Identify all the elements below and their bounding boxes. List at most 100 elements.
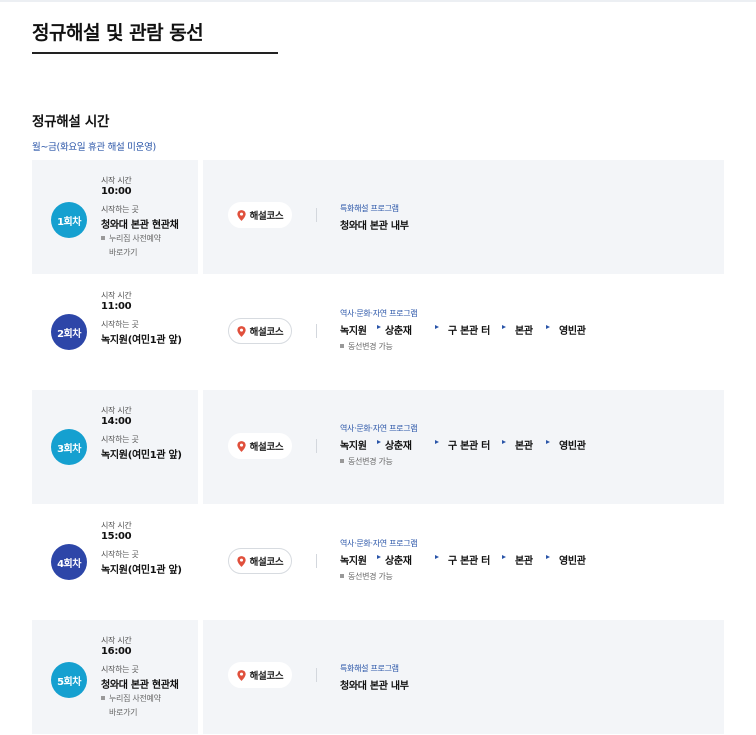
course-button[interactable]: 해설코스 <box>228 548 292 574</box>
session-info: 3회차 시작 시간 14:00 시작하는 곳 녹지원(여민1관 앞) <box>32 390 198 504</box>
location-pin-icon <box>236 209 246 221</box>
page-title: 정규해설 및 관람 동선 <box>32 22 204 44</box>
route-note: 동선변경 가능 <box>340 341 393 352</box>
session-badge: 3회차 <box>51 429 87 465</box>
program-label: 특화해설 프로그램 <box>340 204 399 213</box>
start-place: 청와대 본관 현관채 <box>101 220 179 231</box>
route-stop: 녹지원 <box>340 556 367 567</box>
location-pin-icon <box>236 555 246 567</box>
route-arrow-icon <box>435 440 439 444</box>
start-time-label: 시작 시간 <box>101 636 132 645</box>
session-program: 해설코스 역사·문화·자연 프로그램녹지원 상춘재 구 본관 터 본관 영빈관동선변경 가… <box>203 390 724 504</box>
route-arrow-icon <box>546 325 550 329</box>
route-stop: 녹지원 <box>340 326 367 337</box>
program-title: 청와대 본관 내부 <box>340 221 409 232</box>
route-stop: 본관 <box>515 556 533 567</box>
course-button[interactable]: 해설코스 <box>228 318 292 344</box>
start-place-label: 시작하는 곳 <box>101 435 139 444</box>
location-pin-icon <box>236 325 246 337</box>
route-stop: 상춘재 <box>385 556 412 567</box>
bullet-square-icon <box>340 458 344 463</box>
start-place: 녹지원(여민1관 앞) <box>101 335 182 346</box>
route-stop: 구 본관 터 <box>448 326 490 337</box>
course-button-label: 해설코스 <box>249 211 284 222</box>
route-note-text: 동선변경 가능 <box>348 457 393 466</box>
route-note-text: 동선변경 가능 <box>348 342 393 351</box>
route-stop: 본관 <box>515 326 533 337</box>
reservation-note: 누리집 사전예약 <box>101 693 161 704</box>
start-time-label: 시작 시간 <box>101 406 132 415</box>
reservation-link[interactable]: 바로가기 <box>109 707 138 718</box>
bullet-square-icon <box>340 343 344 348</box>
section-note: 월~금(화요일 휴관 해설 미운영) <box>32 142 156 153</box>
route: 녹지원 상춘재 구 본관 터 본관 영빈관 <box>340 437 600 452</box>
session-row: 1회차 시작 시간 10:00 시작하는 곳청와대 본관 현관채누리집 사전예약바로가… <box>32 160 724 274</box>
title-underline <box>32 52 278 54</box>
course-button[interactable]: 해설코스 <box>228 202 292 228</box>
session-badge: 5회차 <box>51 662 87 698</box>
vertical-divider <box>316 668 317 682</box>
bullet-square-icon <box>340 573 344 578</box>
route-stop: 녹지원 <box>340 441 367 452</box>
session-info: 5회차 시작 시간 16:00 시작하는 곳 청와대 본관 현관채 누리집 사전예약 바로가… <box>32 620 198 734</box>
start-place: 녹지원(여민1관 앞) <box>101 565 182 576</box>
session-info: 4회차 시작 시간 15:00 시작하는 곳 녹지원(여민1관 앞) <box>32 505 198 619</box>
route-stop: 영빈관 <box>559 441 586 452</box>
route-note-text: 동선변경 가능 <box>348 572 393 581</box>
route-stop: 영빈관 <box>559 556 586 567</box>
start-time: 10:00 <box>101 186 132 197</box>
course-button-label: 해설코스 <box>249 671 284 682</box>
location-pin-icon <box>236 440 246 452</box>
vertical-divider <box>316 554 317 568</box>
route-arrow-icon <box>546 440 550 444</box>
route: 녹지원 상춘재 구 본관 터 본관 영빈관 <box>340 552 600 567</box>
bullet-square-icon <box>101 695 105 700</box>
route: 녹지원 상춘재 구 본관 터 본관 영빈관 <box>340 322 600 337</box>
reservation-note-text: 누리집 사전예약 <box>109 234 161 243</box>
top-border <box>0 0 756 2</box>
session-badge: 1회차 <box>51 202 87 238</box>
course-button-label: 해설코스 <box>249 327 284 338</box>
route-arrow-icon <box>502 325 506 329</box>
route-stop: 구 본관 터 <box>448 556 490 567</box>
route-arrow-icon <box>546 555 550 559</box>
route-note: 동선변경 가능 <box>340 456 393 467</box>
program-label: 특화해설 프로그램 <box>340 664 399 673</box>
start-place-label: 시작하는 곳 <box>101 320 139 329</box>
program-title: 청와대 본관 내부 <box>340 681 409 692</box>
vertical-divider <box>316 324 317 338</box>
start-time: 15:00 <box>101 531 132 542</box>
route-stop: 상춘재 <box>385 441 412 452</box>
session-row: 4회차 시작 시간 15:00 시작하는 곳 녹지원(여민1관 앞) 해설코스 역사·문화·… <box>32 505 724 619</box>
reservation-note: 누리집 사전예약 <box>101 233 161 244</box>
session-program: 해설코스 역사·문화·자연 프로그램녹지원 상춘재 구 본관 터 본관 영빈관동선변경 가… <box>203 275 724 389</box>
session-list: 1회차 시작 시간 10:00 시작하는 곳 청와대 본관 현관채 누리집 사전예약 바로가… <box>32 160 724 735</box>
session-program: 해설코스 특화해설 프로그램청와대 본관 내부 <box>203 160 724 274</box>
reservation-note-text: 누리집 사전예약 <box>109 694 161 703</box>
section-title: 정규해설 시간 <box>32 114 110 130</box>
route-note: 동선변경 가능 <box>340 571 393 582</box>
session-program: 해설코스 특화해설 프로그램청와대 본관 내부 <box>203 620 724 734</box>
start-place: 청와대 본관 현관채 <box>101 680 179 691</box>
session-row: 2회차 시작 시간 11:00 시작하는 곳 녹지원(여민1관 앞) 해설코스 역사·문화·… <box>32 275 724 389</box>
program-label: 역사·문화·자연 프로그램 <box>340 309 418 318</box>
session-info: 2회차 시작 시간 11:00 시작하는 곳 녹지원(여민1관 앞) <box>32 275 198 389</box>
route-stop: 본관 <box>515 441 533 452</box>
start-place-label: 시작하는 곳 <box>101 205 139 214</box>
bullet-square-icon <box>101 235 105 240</box>
start-time-label: 시작 시간 <box>101 176 132 185</box>
route-stop: 영빈관 <box>559 326 586 337</box>
program-label: 역사·문화·자연 프로그램 <box>340 424 418 433</box>
route-arrow-icon <box>502 555 506 559</box>
route-stop: 상춘재 <box>385 326 412 337</box>
start-time: 11:00 <box>101 301 132 312</box>
session-program: 해설코스 역사·문화·자연 프로그램 녹지원 상춘재 구 본관 터 본관 영빈관 동선변경 가… <box>203 505 724 619</box>
session-badge: 2회차 <box>51 314 87 350</box>
route-arrow-icon <box>435 555 439 559</box>
reservation-link[interactable]: 바로가기 <box>109 247 138 258</box>
vertical-divider <box>316 208 317 222</box>
course-button-label: 해설코스 <box>249 557 284 568</box>
course-button[interactable]: 해설코스 <box>228 662 292 688</box>
course-button[interactable]: 해설코스 <box>228 433 292 459</box>
route-stop: 구 본관 터 <box>448 441 490 452</box>
